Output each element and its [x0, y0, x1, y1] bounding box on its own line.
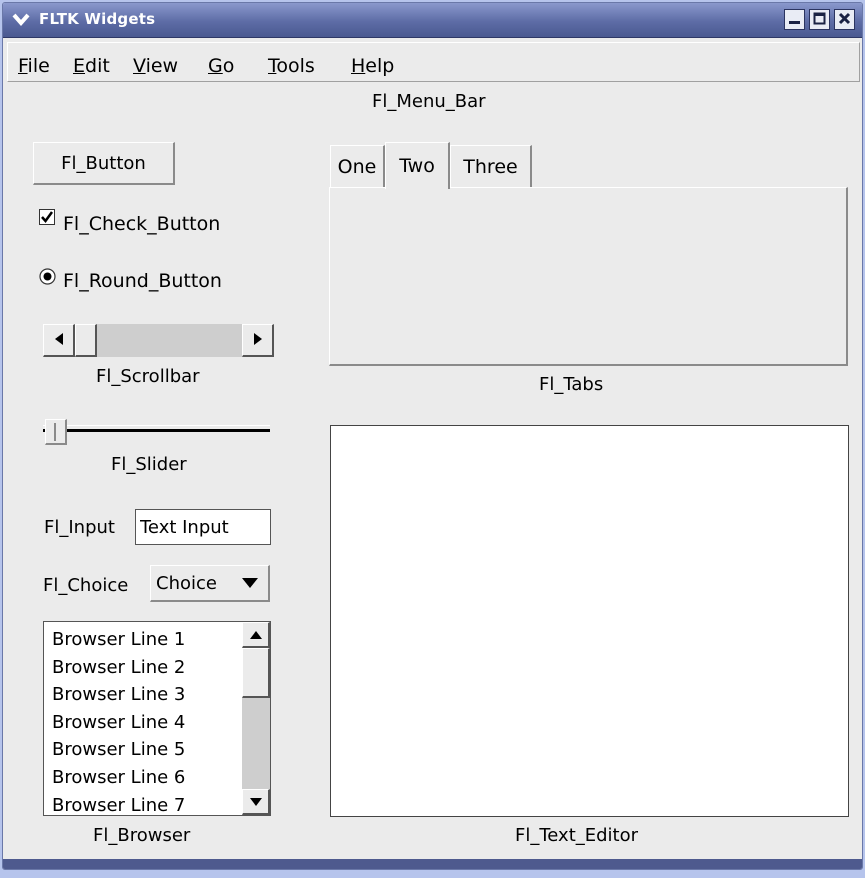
close-button[interactable]	[834, 9, 855, 30]
scroll-up-button[interactable]	[242, 622, 270, 648]
input-label: Fl_Input	[44, 517, 115, 538]
horizontal-scrollbar[interactable]	[43, 324, 274, 357]
slider-knob-groove	[54, 423, 56, 441]
slider-knob[interactable]	[45, 419, 67, 445]
menu-go[interactable]: Go	[208, 55, 234, 77]
tabs-caption: Fl_Tabs	[539, 374, 604, 395]
menu-bar-caption: Fl_Menu_Bar	[372, 91, 486, 112]
check-button-box[interactable]	[39, 209, 55, 225]
tabs-panel	[329, 187, 848, 366]
list-item[interactable]: Browser Line 6	[52, 764, 185, 792]
choice-label: Fl_Choice	[43, 575, 129, 596]
tab-one[interactable]: One	[330, 145, 385, 188]
radio-dot-icon	[39, 268, 56, 289]
tab-three[interactable]: Three	[450, 145, 532, 188]
text-editor[interactable]	[330, 425, 849, 817]
check-button-label[interactable]: Fl_Check_Button	[63, 213, 220, 235]
maximize-icon	[813, 10, 826, 29]
arrow-left-icon	[53, 331, 65, 350]
slider-caption: Fl_Slider	[111, 454, 187, 475]
scrollbar-thumb[interactable]	[75, 324, 97, 357]
browser-lines: Browser Line 1 Browser Line 2 Browser Li…	[52, 626, 185, 815]
list-item[interactable]: Browser Line 4	[52, 709, 185, 737]
window-title: FLTK Widgets	[39, 10, 156, 28]
list-item[interactable]: Browser Line 5	[52, 736, 185, 764]
minimize-icon	[788, 10, 801, 29]
chevron-down-icon[interactable]	[237, 572, 263, 594]
window-menu-icon[interactable]	[11, 9, 31, 29]
title-bar[interactable]: FLTK Widgets	[3, 3, 862, 38]
menu-file[interactable]: File	[18, 55, 50, 77]
choice-dropdown[interactable]: Choice	[150, 565, 270, 602]
minimize-button[interactable]	[784, 9, 805, 30]
scroll-left-button[interactable]	[43, 324, 75, 357]
menu-tools[interactable]: Tools	[268, 55, 315, 77]
round-button-label[interactable]: Fl_Round_Button	[63, 270, 222, 292]
list-item[interactable]: Browser Line 2	[52, 654, 185, 682]
menu-help[interactable]: Help	[351, 55, 394, 77]
menu-view[interactable]: View	[133, 55, 178, 77]
text-input[interactable]	[135, 509, 271, 545]
browser-caption: Fl_Browser	[93, 825, 191, 846]
scrollbar-caption: Fl_Scrollbar	[96, 366, 200, 387]
arrow-right-icon	[252, 331, 264, 350]
menu-edit[interactable]: Edit	[73, 55, 110, 77]
browser-scrollbar[interactable]	[242, 622, 270, 815]
choice-value: Choice	[156, 573, 217, 594]
round-button-box[interactable]	[39, 268, 56, 285]
scroll-right-button[interactable]	[242, 324, 274, 357]
slider-track	[43, 429, 270, 432]
list-item[interactable]: Browser Line 7	[52, 792, 185, 815]
fl-button[interactable]: Fl_Button	[33, 142, 175, 185]
slider[interactable]	[43, 415, 270, 447]
tab-two[interactable]: Two	[385, 142, 450, 189]
scroll-down-button[interactable]	[242, 789, 270, 815]
close-icon	[838, 10, 851, 29]
arrow-up-icon	[249, 625, 263, 644]
text-editor-caption: Fl_Text_Editor	[515, 825, 639, 846]
list-item[interactable]: Browser Line 3	[52, 681, 185, 709]
app-window: FLTK Widgets File Edit View Go Tools Hel…	[2, 2, 863, 870]
maximize-button[interactable]	[809, 9, 830, 30]
browser-scrollbar-thumb[interactable]	[242, 648, 270, 698]
menu-bar: File Edit View Go Tools Help	[7, 42, 860, 82]
list-item[interactable]: Browser Line 1	[52, 626, 185, 654]
arrow-down-icon	[249, 792, 263, 811]
browser-list[interactable]: Browser Line 1 Browser Line 2 Browser Li…	[43, 621, 271, 816]
slider-track-highlight	[43, 425, 270, 426]
